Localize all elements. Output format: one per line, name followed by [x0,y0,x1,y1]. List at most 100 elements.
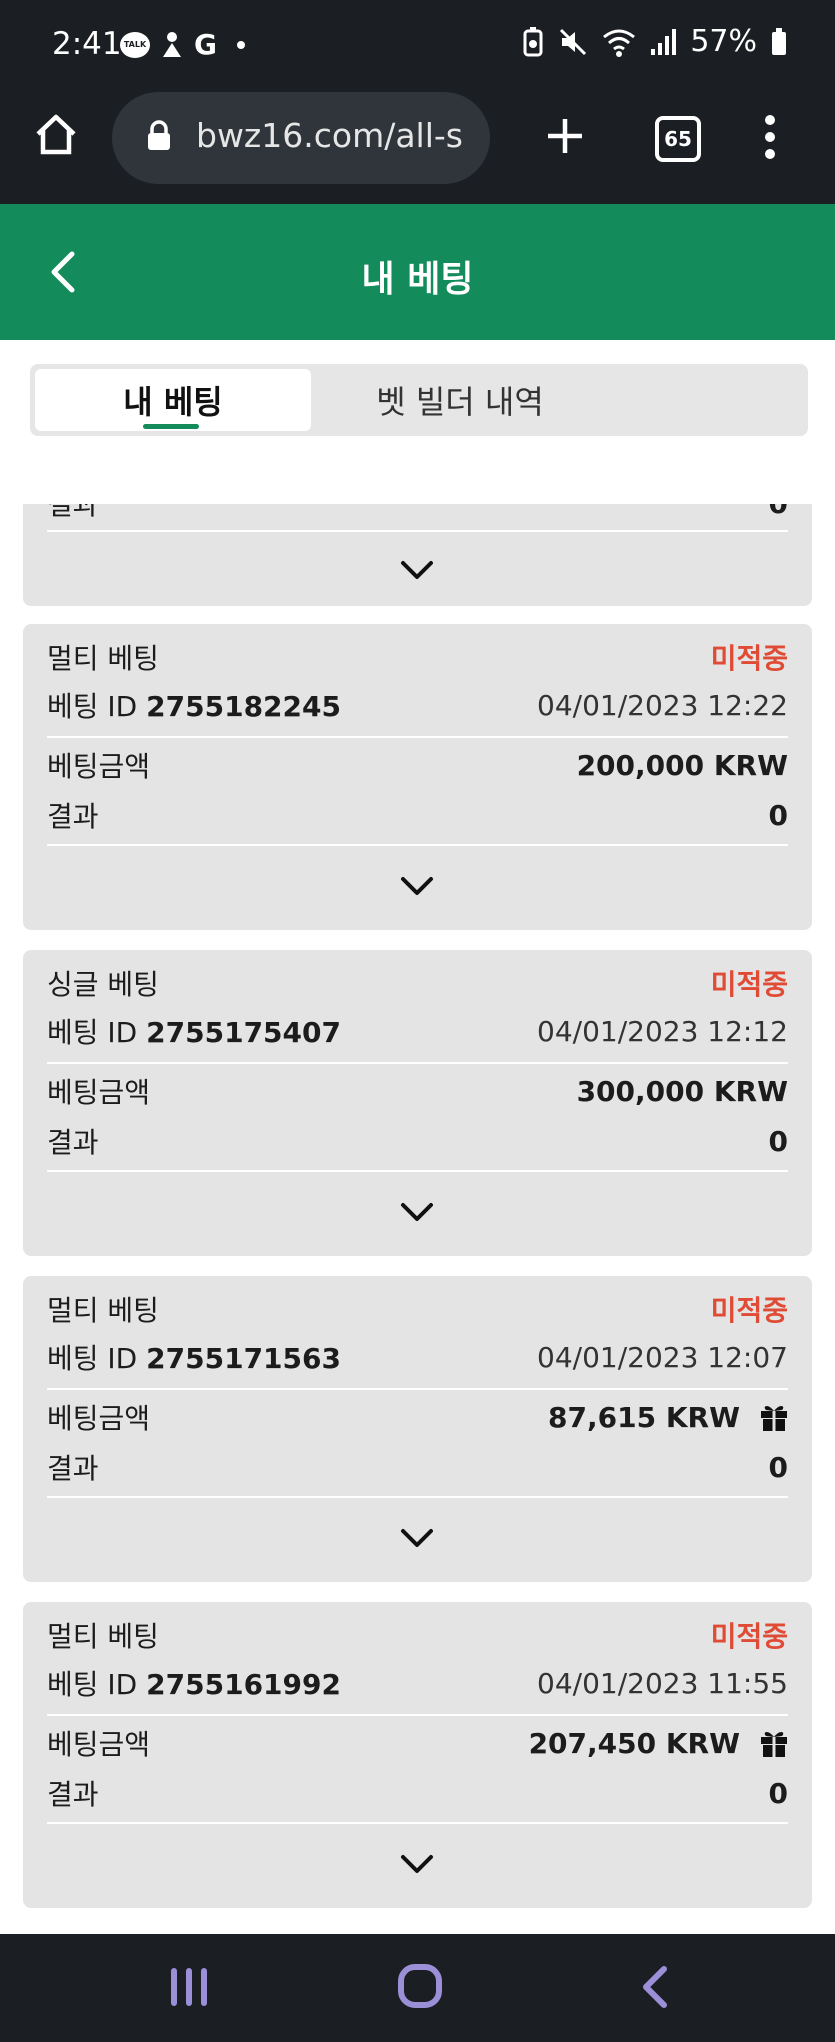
result-value: 0 [768,1450,788,1484]
bet-amount-label: 베팅금액 [47,1728,151,1761]
more-options-icon[interactable] [760,114,780,160]
bet-card[interactable]: 멀티 베팅 미적중 베팅 ID 2755161992 04/01/2023 11… [23,1602,812,1908]
bet-card[interactable]: 싱글 베팅 미적중 베팅 ID 2755175407 04/01/2023 12… [23,950,812,1256]
bet-amount-label: 베팅금액 [47,1402,151,1435]
bet-id: 2755182245 [146,690,341,723]
expand-chevron-icon[interactable] [399,1200,435,1224]
tab-bar: 내 베팅 벳 빌더 내역 [30,364,808,436]
bet-type-row: 멀티 베팅 미적중 [47,634,788,680]
result-row: 결과 0 [47,1770,788,1816]
battery-icon [772,27,786,55]
bet-status: 미적중 [710,1620,788,1653]
bet-id-row: 베팅 ID 2755161992 04/01/2023 11:55 [47,1660,788,1706]
divider [47,1822,788,1824]
home-nav-icon[interactable] [396,1962,444,2010]
battery-percent: 57% [690,24,757,59]
talk-icon: TALK [120,31,150,58]
bet-amount: 300,000 KRW [576,1074,788,1108]
battery-saver-icon [523,26,543,56]
home-icon[interactable] [34,112,78,156]
result-label: 결과 [47,1126,99,1159]
result-value: 0 [768,1124,788,1158]
bet-date: 04/01/2023 11:55 [537,1666,788,1700]
divider [47,1062,788,1064]
bet-type: 싱글 베팅 [47,968,159,1001]
result-row: 결과 0 [47,792,788,838]
result-label: 결과 [47,800,99,833]
bet-list[interactable]: 결과 0 멀티 베팅 미적중 베팅 ID 2755182245 04/01/20… [0,504,835,1934]
bet-status: 미적중 [710,1294,788,1327]
bet-id: 2755175407 [146,1016,341,1049]
bet-status: 미적중 [710,968,788,1001]
bet-card[interactable]: 멀티 베팅 미적중 베팅 ID 2755182245 04/01/2023 12… [23,624,812,930]
browser-toolbar: bwz16.com/all-s 65 [0,92,835,204]
result-row: 결과 0 [47,1444,788,1490]
bet-id: 2755161992 [146,1668,341,1701]
notification-figure-icon [163,31,181,57]
bet-type-row: 싱글 베팅 미적중 [47,960,788,1006]
tab-my-bets[interactable]: 내 베팅 [35,369,311,431]
bet-card[interactable]: 멀티 베팅 미적중 베팅 ID 2755171563 04/01/2023 12… [23,1276,812,1582]
result-label: 결과 [47,504,99,521]
bet-id-row: 베팅 ID 2755171563 04/01/2023 12:07 [47,1334,788,1380]
tabs-count-button[interactable]: 65 [655,116,701,162]
divider [47,1714,788,1716]
expand-chevron-icon[interactable] [399,874,435,898]
tab-bet-builder-label: 벳 빌더 내역 [376,383,544,421]
tab-my-bets-label: 내 베팅 [123,383,223,421]
divider [47,844,788,846]
expand-chevron-icon[interactable] [399,1526,435,1550]
bet-amount: 207,450 KRW [528,1726,740,1760]
bet-date: 04/01/2023 12:12 [537,1014,788,1048]
status-notification-icons: TALK G [120,28,245,61]
gift-icon[interactable] [760,1728,788,1758]
bet-status: 미적중 [710,642,788,675]
divider [47,1496,788,1498]
bet-amount-row: 베팅금액 200,000 KRW [47,742,788,788]
bet-type: 멀티 베팅 [47,1620,159,1653]
recent-apps-icon[interactable] [168,1964,210,2010]
bet-id-label: 베팅 ID [47,690,138,723]
bet-amount: 87,615 KRW [548,1400,740,1434]
result-value: 0 [768,1776,788,1810]
bet-amount-row: 베팅금액 300,000 KRW [47,1068,788,1114]
mute-icon [560,28,587,55]
bet-amount: 200,000 KRW [576,748,788,782]
google-icon: G [194,28,217,61]
bet-id-label: 베팅 ID [47,1668,138,1701]
bet-card-partial: 결과 0 [23,504,812,606]
bet-date: 04/01/2023 12:22 [537,688,788,722]
expand-chevron-icon[interactable] [399,558,435,582]
status-bar: 2:41 TALK G 57% [0,0,835,92]
lock-icon [148,120,170,150]
status-time: 2:41 [52,26,122,62]
divider [47,1170,788,1172]
more-notifications-dot-icon [236,40,245,49]
bet-amount-row: 베팅금액 87,615 KRW [47,1394,788,1440]
new-tab-plus-icon[interactable] [545,116,585,156]
expand-chevron-icon[interactable] [399,1852,435,1876]
gift-icon[interactable] [760,1402,788,1432]
url-bar[interactable]: bwz16.com/all-s [112,92,490,184]
status-system-icons: 57% [522,24,787,59]
result-label: 결과 [47,1778,99,1811]
tab-bet-builder-history[interactable]: 벳 빌더 내역 [330,369,590,431]
back-nav-icon[interactable] [638,1964,672,2010]
url-text: bwz16.com/all-s [196,116,463,155]
system-navigation-bar [0,1934,835,2042]
divider [47,530,788,532]
bet-amount-row: 베팅금액 207,450 KRW [47,1720,788,1766]
result-value: 0 [768,798,788,832]
bet-id-label: 베팅 ID [47,1342,138,1375]
result-value: 0 [769,504,788,520]
bet-type: 멀티 베팅 [47,1294,159,1327]
bet-id-label: 베팅 ID [47,1016,138,1049]
bet-amount-label: 베팅금액 [47,750,151,783]
wifi-icon [603,29,636,57]
page-title: 내 베팅 [361,259,474,300]
active-tab-indicator [143,424,199,429]
bet-amount-label: 베팅금액 [47,1076,151,1109]
bet-date: 04/01/2023 12:07 [537,1340,788,1374]
result-row: 결과 0 [47,504,788,526]
bet-type: 멀티 베팅 [47,642,159,675]
